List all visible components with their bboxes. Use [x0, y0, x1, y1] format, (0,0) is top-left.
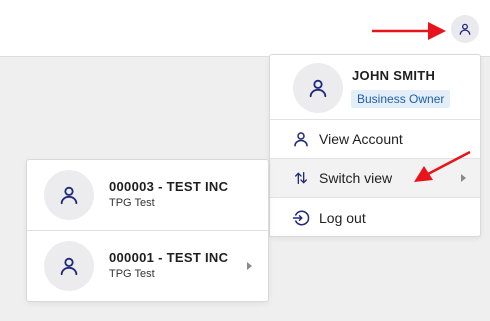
- menu-item-label: Log out: [319, 209, 366, 226]
- account-name: 000003 - TEST INC: [109, 179, 229, 194]
- avatar: [293, 63, 343, 113]
- account-subtitle: TPG Test: [109, 268, 155, 280]
- user-avatar-button[interactable]: [451, 15, 479, 43]
- user-icon: [60, 186, 78, 205]
- menu-item-label: View Account: [319, 131, 403, 147]
- account-item-000001[interactable]: 000001 - TEST INC TPG Test: [27, 231, 268, 302]
- logout-icon: [291, 208, 311, 228]
- chevron-right-icon: [247, 262, 252, 270]
- profile-header: JOHN SMITH Business Owner: [270, 55, 480, 120]
- user-icon: [309, 79, 327, 98]
- avatar: [44, 241, 94, 291]
- top-bar: [0, 0, 490, 57]
- menu-item-switch-view[interactable]: Switch view: [270, 159, 480, 198]
- user-icon: [459, 23, 471, 35]
- user-menu: JOHN SMITH Business Owner View Account S…: [269, 54, 481, 237]
- user-icon: [60, 257, 78, 276]
- menu-item-view-account[interactable]: View Account: [270, 120, 480, 159]
- chevron-right-icon: [461, 174, 466, 182]
- account-subtitle: TPG Test: [109, 197, 155, 209]
- menu-item-label: Switch view: [319, 170, 393, 186]
- swap-vertical-icon: [291, 168, 311, 188]
- role-badge: Business Owner: [351, 90, 451, 108]
- menu-item-log-out[interactable]: Log out: [270, 198, 480, 237]
- avatar: [44, 170, 94, 220]
- account-name: 000001 - TEST INC: [109, 250, 229, 265]
- profile-name: JOHN SMITH: [352, 68, 436, 83]
- account-item-000003[interactable]: 000003 - TEST INC TPG Test: [27, 160, 268, 231]
- user-icon: [291, 129, 311, 149]
- account-switch-panel: 000003 - TEST INC TPG Test 000001 - TEST…: [26, 159, 269, 302]
